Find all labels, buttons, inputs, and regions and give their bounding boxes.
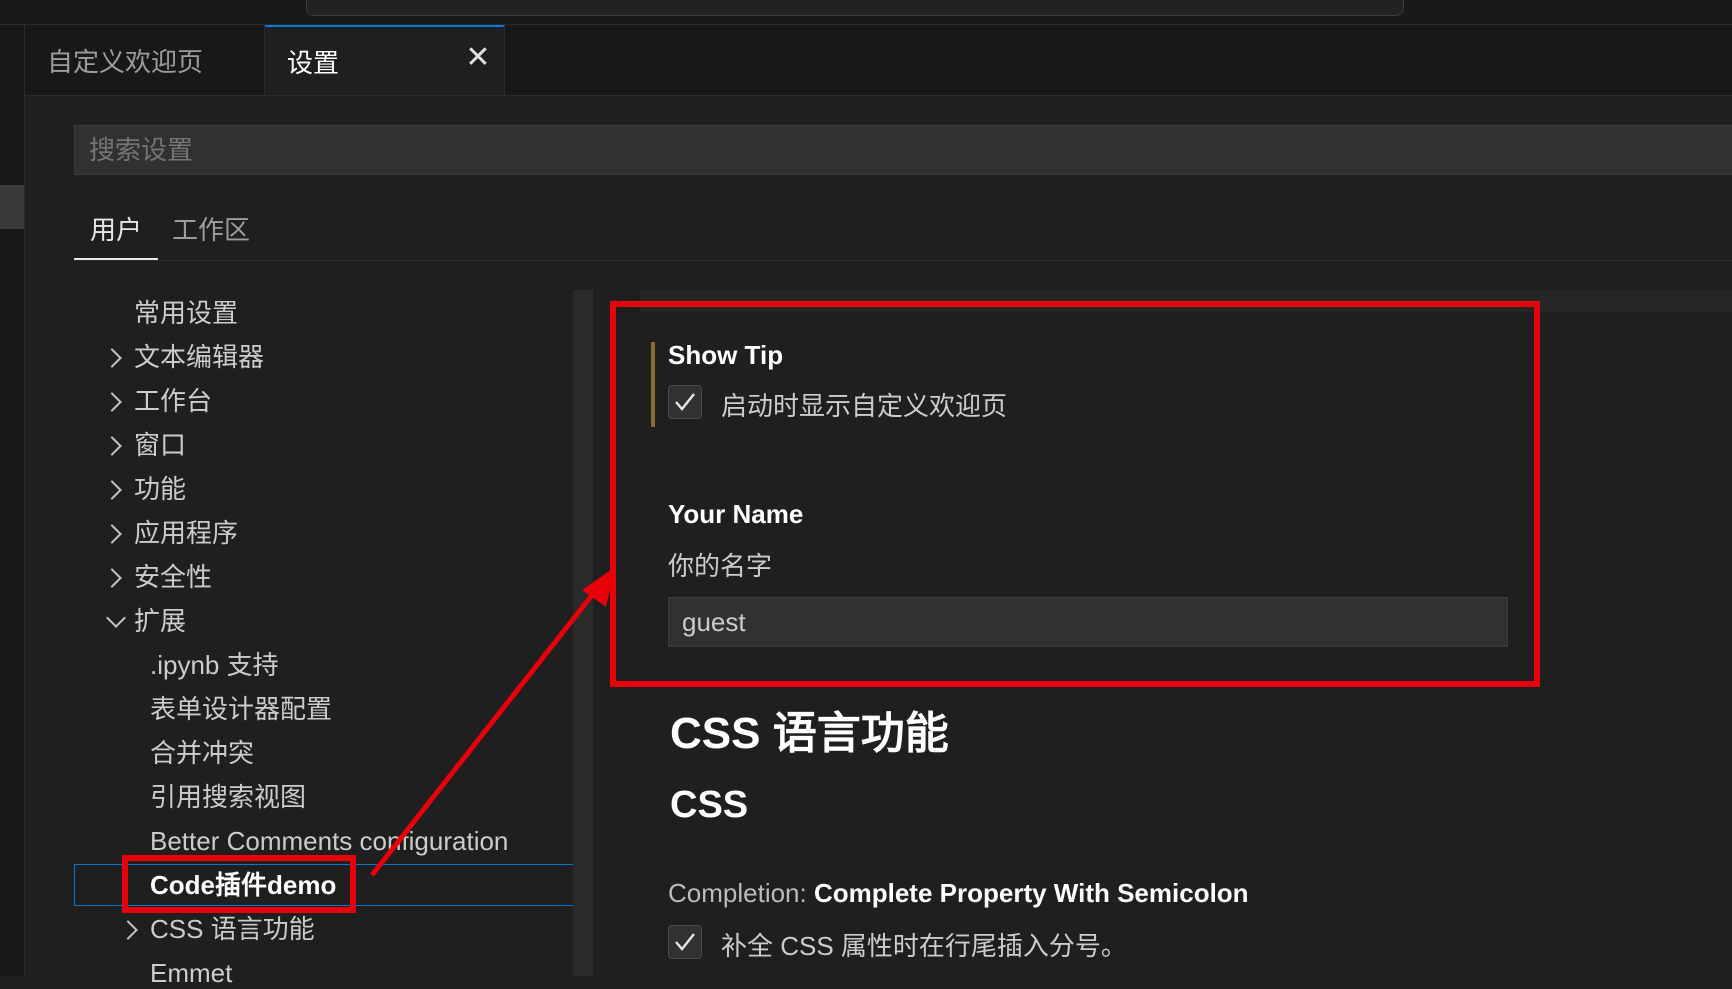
setting-title-completion: Completion: Complete Property With Semic… — [668, 878, 1249, 909]
setting-category: Completion: — [668, 878, 807, 908]
toc-item-text-editor[interactable]: 文本编辑器 — [102, 341, 544, 373]
tab-label: 自定义欢迎页 — [47, 46, 204, 77]
toc-label: 窗口 — [134, 430, 187, 460]
toc-item-css[interactable]: CSS 语言功能 — [118, 913, 560, 945]
chevron-right-icon — [102, 392, 122, 412]
annotation-highlight-box — [122, 855, 356, 913]
toc-label: 工作台 — [134, 386, 213, 416]
check-icon — [675, 933, 695, 951]
toc-item-workbench[interactable]: 工作台 — [102, 385, 544, 417]
tab-user[interactable]: 用户 — [74, 208, 158, 260]
toc-label: CSS 语言功能 — [150, 914, 315, 944]
close-icon[interactable]: ✕ — [463, 43, 493, 73]
section-title-css: CSS — [670, 784, 749, 826]
chevron-down-icon — [106, 608, 126, 628]
section-title-css-language: CSS 语言功能 — [670, 709, 949, 758]
chevron-right-icon — [102, 480, 122, 500]
tab-label: 设置 — [287, 47, 340, 78]
command-center[interactable] — [306, 0, 1404, 16]
toc-label: 功能 — [134, 474, 187, 504]
annotation-arrow-icon — [370, 567, 615, 877]
search-settings-input[interactable] — [74, 125, 1732, 175]
toc-item-emmet[interactable]: Emmet — [150, 957, 232, 989]
toc-label: 应用程序 — [134, 518, 239, 548]
toc-label: 安全性 — [134, 562, 213, 592]
chevron-right-icon — [102, 436, 122, 456]
tab-custom-welcome[interactable]: 自定义欢迎页 — [25, 25, 265, 95]
toc-item-ipynb[interactable]: .ipynb 支持 — [150, 649, 279, 681]
scope-divider — [74, 260, 1732, 261]
toc-item-application[interactable]: 应用程序 — [102, 517, 544, 549]
toc-label: 扩展 — [134, 606, 187, 636]
chevron-right-icon — [118, 920, 138, 940]
annotation-highlight-box — [610, 301, 1540, 687]
activity-bar — [0, 25, 25, 976]
toc-item-merge-conflict[interactable]: 合并冲突 — [150, 737, 254, 769]
toc-item-form-designer[interactable]: 表单设计器配置 — [150, 693, 332, 725]
chevron-right-icon — [102, 568, 122, 588]
toc-item-reference-search[interactable]: 引用搜索视图 — [150, 781, 306, 813]
toc-item-common[interactable]: 常用设置 — [134, 297, 238, 329]
chevron-right-icon — [102, 348, 122, 368]
activity-bar-active-item[interactable] — [0, 185, 24, 229]
chevron-right-icon — [102, 524, 122, 544]
toc-item-features[interactable]: 功能 — [102, 473, 544, 505]
setting-desc-completion: 补全 CSS 属性时在行尾插入分号。 — [721, 931, 1127, 961]
toc-label: 文本编辑器 — [134, 342, 265, 372]
tab-workspace[interactable]: 工作区 — [172, 208, 250, 252]
toc-item-window[interactable]: 窗口 — [102, 429, 544, 461]
completion-semicolon-checkbox[interactable] — [668, 925, 702, 959]
setting-name: Complete Property With Semicolon — [813, 878, 1249, 908]
